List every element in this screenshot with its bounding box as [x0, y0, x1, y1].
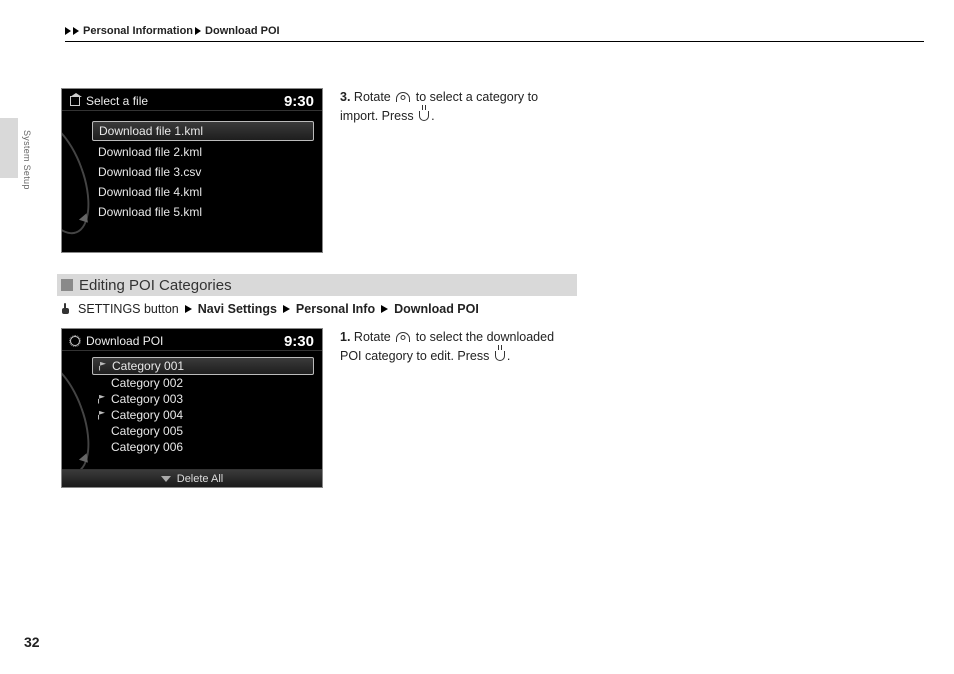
file-list: Download file 1.kml Download file 2.kml …: [62, 111, 322, 231]
press-dial-icon: [495, 351, 505, 361]
flag-icon: [98, 411, 105, 420]
side-tab-label: System Setup: [22, 130, 32, 190]
delete-all-label: Delete All: [177, 473, 223, 485]
nav-path-segment: Personal Info: [296, 302, 375, 316]
instruction-step-1: 1. Rotate to select the downloaded POI c…: [340, 328, 570, 366]
delete-all-button[interactable]: Delete All: [62, 469, 322, 487]
file-row[interactable]: Download file 5.kml: [92, 203, 314, 221]
page-number: 32: [24, 634, 40, 650]
screen-header: Download POI 9:30: [62, 329, 322, 351]
category-list: Category 001 Category 002 Category 003 C…: [62, 351, 322, 457]
chevron-right-icon: [381, 305, 388, 313]
screen-title: Download POI: [86, 334, 163, 348]
file-row[interactable]: Download file 4.kml: [92, 183, 314, 201]
file-row[interactable]: Download file 2.kml: [92, 143, 314, 161]
side-tab: [0, 118, 18, 178]
breadcrumb-item: Download POI: [203, 25, 282, 37]
screen-title: Select a file: [86, 94, 148, 108]
category-row[interactable]: Category 005: [92, 423, 314, 439]
home-icon: [70, 96, 80, 106]
chevron-right-icon: [195, 27, 201, 35]
category-row[interactable]: Category 002: [92, 375, 314, 391]
breadcrumb-item: Personal Information: [81, 25, 195, 37]
category-row[interactable]: Category 001: [92, 357, 314, 375]
flag-icon: [99, 362, 106, 371]
nav-path-segment: SETTINGS button: [78, 302, 179, 316]
step-number: 1.: [340, 330, 350, 344]
screen-header: Select a file 9:30: [62, 89, 322, 111]
nav-path-segment: Navi Settings: [198, 302, 277, 316]
press-dial-icon: [419, 111, 429, 121]
category-row[interactable]: Category 006: [92, 439, 314, 455]
section-title: Editing POI Categories: [79, 277, 232, 294]
breadcrumb: Personal Information Download POI: [65, 20, 924, 42]
chevron-right-icon: [65, 27, 71, 35]
rotate-dial-icon: [396, 92, 410, 102]
hand-press-icon: [61, 303, 71, 315]
square-bullet-icon: [61, 279, 73, 291]
nav-path-segment: Download POI: [394, 302, 479, 316]
category-row[interactable]: Category 003: [92, 391, 314, 407]
clock: 9:30: [284, 93, 314, 110]
instruction-step-3: 3. Rotate to select a category to import…: [340, 88, 570, 126]
chevron-right-icon: [283, 305, 290, 313]
category-row[interactable]: Category 004: [92, 407, 314, 423]
file-row[interactable]: Download file 1.kml: [92, 121, 314, 141]
step-number: 3.: [340, 90, 350, 104]
section-heading: Editing POI Categories: [57, 274, 577, 296]
manual-page: { "breadcrumb": { "item1": "Personal Inf…: [0, 0, 954, 674]
clock: 9:30: [284, 333, 314, 350]
device-screenshot-select-file: Select a file 9:30 Download file 1.kml D…: [61, 88, 323, 253]
file-row[interactable]: Download file 3.csv: [92, 163, 314, 181]
chevron-down-icon: [161, 476, 171, 482]
navigation-path: SETTINGS button Navi Settings Personal I…: [61, 302, 479, 316]
flag-icon: [98, 395, 105, 404]
gear-icon: [70, 336, 80, 346]
rotate-dial-icon: [396, 332, 410, 342]
chevron-right-icon: [73, 27, 79, 35]
chevron-right-icon: [185, 305, 192, 313]
device-screenshot-download-poi: Download POI 9:30 Category 001 Category …: [61, 328, 323, 488]
